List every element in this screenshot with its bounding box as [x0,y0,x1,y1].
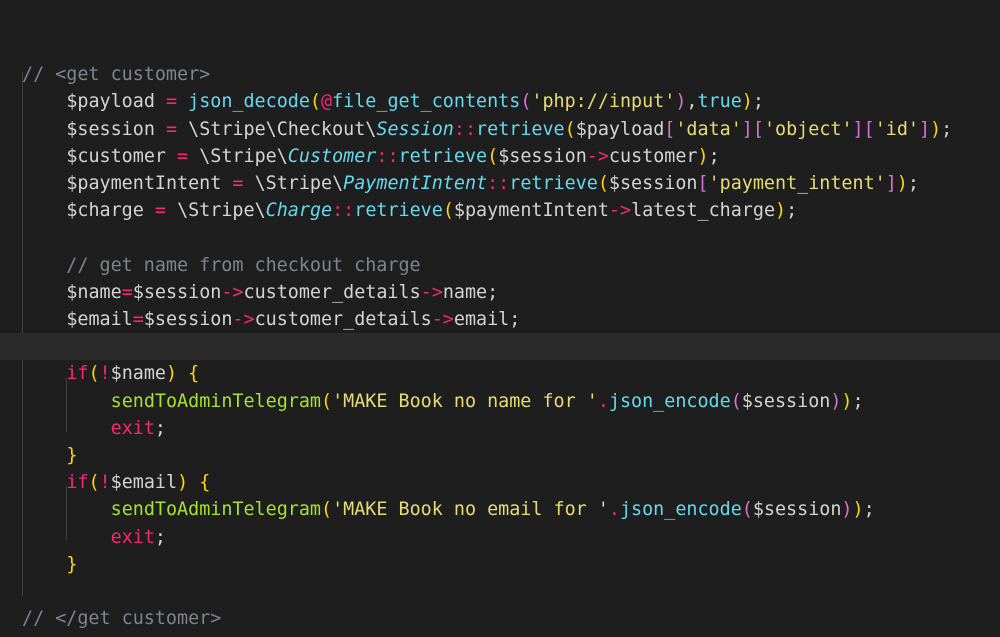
code-line[interactable] [0,34,1000,61]
code-text: if(!$email) { [66,472,211,494]
code-line[interactable]: if(!$name) { [0,360,1000,387]
code-line[interactable]: $paymentIntent = \Stripe\PaymentIntent::… [0,170,1000,197]
code-text: $payload = json_decode(@file_get_content… [66,91,764,113]
code-line[interactable]: exit; [0,415,1000,442]
code-text: // get name from checkout charge [22,254,421,276]
code-line[interactable]: $payload = json_decode(@file_get_content… [0,88,1000,115]
code-text: } [66,445,78,466]
code-line[interactable]: $customer = \Stripe\Customer::retrieve($… [0,143,1000,170]
code-line[interactable]: // get name from checkout charge [0,252,1000,279]
code-line[interactable]: $name=$session->customer_details->name; [0,279,1000,306]
code-line[interactable]: $charge = \Stripe\Charge::retrieve($paym… [0,197,1000,224]
code-line[interactable]: // </get customer> [0,605,1000,632]
code-text: } [66,553,78,575]
code-editor[interactable]: // <get customer> $payload = json_decode… [0,0,1000,637]
code-text: $session = \Stripe\Checkout\Session::ret… [66,118,953,140]
code-text: exit; [110,526,166,548]
code-line[interactable]: sendToAdminTelegram('MAKE Book no name f… [0,388,1000,415]
code-line[interactable]: // <get customer> [0,61,1000,88]
code-line[interactable]: } [0,551,1000,578]
code-line[interactable]: exit; [0,524,1000,551]
code-line[interactable]: sendToAdminTelegram('MAKE Book no email … [0,496,1000,523]
code-text: $customer = \Stripe\Customer::retrieve($… [66,145,720,167]
code-text: $name=$session->customer_details->name; [66,281,499,303]
code-text: sendToAdminTelegram('MAKE Book no email … [110,499,875,521]
code-text: $email=$session->customer_details->email… [66,309,521,330]
code-text: // </get customer> [22,608,222,630]
code-line[interactable]: $email=$session->customer_details->email… [0,306,1000,333]
code-line[interactable]: } [0,442,1000,469]
code-line[interactable]: $session = \Stripe\Checkout\Session::ret… [0,116,1000,143]
code-line[interactable]: if(!$email) { [0,469,1000,496]
code-text: exit; [110,417,166,439]
code-text: if(!$name) { [66,363,200,385]
code-line[interactable] [0,224,1000,251]
current-line[interactable] [0,333,1000,361]
code-text: $paymentIntent = \Stripe\PaymentIntent::… [66,173,919,194]
code-text: // <get customer> [22,64,211,86]
code-text: $charge = \Stripe\Charge::retrieve($paym… [66,200,798,222]
code-line[interactable] [0,578,1000,605]
code-text: sendToAdminTelegram('MAKE Book no name f… [110,390,864,412]
